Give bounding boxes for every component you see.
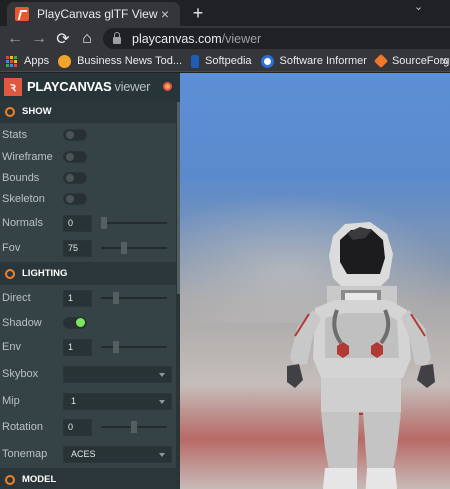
viewer-area: ꝛ PLAYCANVAS viewer SHOW Stats Wireframe …	[0, 73, 450, 489]
rotation-input[interactable]: 0	[63, 418, 92, 436]
section-model-header[interactable]: MODEL	[0, 468, 180, 489]
panel-header: ꝛ PLAYCANVAS viewer	[0, 73, 180, 100]
reload-icon[interactable]: ⟳	[51, 29, 75, 49]
playcanvas-logo-icon: ꝛ	[4, 77, 22, 96]
software-informer-icon	[260, 54, 274, 68]
row-wireframe: Wireframe	[0, 146, 176, 168]
rotation-slider[interactable]	[101, 421, 167, 433]
dropdown-caret-icon	[159, 372, 165, 377]
settings-toggle-icon[interactable]	[163, 82, 172, 91]
slider-thumb[interactable]	[113, 341, 119, 353]
tab-title: PlayCanvas glTF Viewer	[37, 7, 158, 21]
dropdown-caret-icon	[159, 452, 165, 457]
settings-panel: ꝛ PLAYCANVAS viewer SHOW Stats Wireframe …	[0, 73, 180, 489]
direct-input[interactable]: 1	[63, 289, 92, 307]
row-bounds: Bounds	[0, 167, 176, 189]
astronaut-model	[287, 222, 435, 489]
skeleton-toggle[interactable]	[63, 193, 87, 205]
row-shadow: Shadow	[0, 312, 176, 334]
lock-icon	[113, 32, 121, 44]
sourceforge-icon	[373, 53, 389, 69]
skybox-select[interactable]	[63, 365, 172, 383]
bookmarks-more-icon[interactable]: »	[441, 54, 448, 68]
row-direct: Direct 1	[0, 287, 176, 309]
bookmarks-bar: Apps Business News Tod... Softpedia Soft…	[0, 51, 450, 72]
browser-tab-bar: PlayCanvas glTF Viewer × + ⌄	[0, 0, 450, 26]
bookmark-sourceforge[interactable]: SourceForge	[373, 53, 450, 69]
collapse-icon	[5, 106, 15, 117]
panel-brand: PLAYCANVAS viewer	[27, 79, 151, 94]
row-env: Env 1	[0, 336, 176, 358]
wireframe-toggle[interactable]	[63, 151, 87, 163]
slider-thumb[interactable]	[120, 242, 127, 254]
new-tab-button[interactable]: +	[189, 3, 207, 24]
slider-thumb[interactable]	[113, 292, 119, 304]
bookmark-business-news[interactable]: Business News Tod...	[58, 54, 182, 68]
dropdown-caret-icon	[159, 399, 165, 404]
row-tonemap: Tonemap ACES	[0, 443, 176, 465]
section-lighting-header[interactable]: LIGHTING	[0, 262, 180, 285]
row-skybox: Skybox	[0, 363, 176, 385]
fov-slider[interactable]	[101, 242, 167, 254]
env-slider[interactable]	[101, 341, 167, 353]
row-skeleton: Skeleton	[0, 188, 176, 210]
row-normals: Normals 0	[0, 212, 176, 234]
mip-select[interactable]: 1	[63, 392, 172, 410]
apps-grid-icon	[6, 55, 17, 67]
shadow-toggle[interactable]	[63, 317, 87, 329]
row-rotation: Rotation 0	[0, 416, 176, 438]
url-text: playcanvas.com/viewer	[132, 31, 262, 46]
slider-thumb[interactable]	[131, 421, 137, 433]
bookmark-software-informer[interactable]: Software Informer	[260, 54, 367, 68]
tab-close-icon[interactable]: ×	[158, 6, 172, 22]
env-input[interactable]: 1	[63, 338, 92, 356]
slider-thumb[interactable]	[101, 217, 107, 229]
bookmark-softpedia[interactable]: Softpedia	[191, 54, 252, 68]
section-show-header[interactable]: SHOW	[0, 100, 180, 123]
normals-input[interactable]: 0	[63, 214, 92, 232]
row-stats: Stats	[0, 124, 176, 146]
bounds-toggle[interactable]	[63, 172, 87, 184]
bookmark-apps[interactable]: Apps	[6, 55, 49, 67]
tonemap-select[interactable]: ACES	[63, 445, 172, 463]
row-mip: Mip 1	[0, 390, 176, 412]
direct-slider[interactable]	[101, 292, 167, 304]
back-arrow-icon[interactable]: ←	[3, 30, 27, 48]
panel-scrollbar-thumb[interactable]	[177, 102, 180, 294]
collapse-icon	[5, 268, 15, 279]
address-bar[interactable]: playcanvas.com/viewer	[103, 28, 450, 49]
normals-slider[interactable]	[101, 217, 167, 229]
playcanvas-favicon-icon	[15, 7, 29, 21]
browser-tab[interactable]: PlayCanvas glTF Viewer ×	[7, 2, 180, 26]
collapse-icon	[5, 474, 15, 485]
stats-toggle[interactable]	[63, 129, 87, 141]
forward-arrow-icon[interactable]: →	[27, 30, 51, 48]
home-icon[interactable]: ⌂	[75, 30, 99, 48]
row-fov: Fov 75	[0, 237, 176, 259]
fov-input[interactable]: 75	[63, 239, 92, 257]
business-news-icon	[58, 54, 72, 68]
softpedia-icon	[191, 54, 200, 68]
browser-toolbar: ← → ⟳ ⌂ playcanvas.com/viewer	[0, 26, 450, 51]
tab-search-chevron-icon[interactable]: ⌄	[414, 0, 423, 13]
